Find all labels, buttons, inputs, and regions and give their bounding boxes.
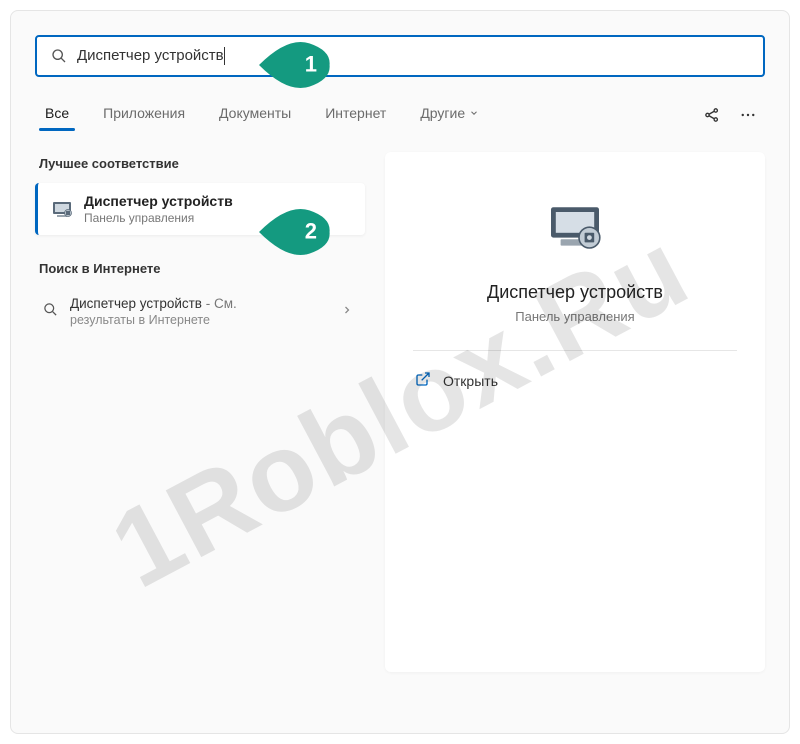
search-window: Диспетчер устройств Все Приложения Докум…: [10, 10, 790, 734]
tab-label: Другие: [420, 105, 465, 121]
web-result-title: Диспетчер устройств: [70, 296, 202, 311]
share-icon[interactable]: [703, 106, 721, 124]
detail-subtitle: Панель управления: [413, 309, 737, 324]
detail-pane: Диспетчер устройств Панель управления От…: [385, 152, 765, 672]
best-match-heading: Лучшее соответствие: [39, 156, 365, 171]
web-result-title-line: Диспетчер устройств - См.: [70, 296, 329, 311]
device-manager-icon: [50, 197, 74, 221]
detail-icon: [413, 196, 737, 260]
tab-internet[interactable]: Интернет: [319, 99, 392, 131]
chevron-down-icon: [469, 105, 479, 121]
web-result-suffix: - См.: [202, 296, 237, 311]
chevron-right-icon: [341, 303, 353, 321]
tab-apps[interactable]: Приложения: [97, 99, 191, 131]
content-area: Лучшее соответствие Диспетчер устройств …: [35, 152, 765, 672]
open-action[interactable]: Открыть: [413, 365, 737, 396]
divider: [413, 350, 737, 351]
web-search-section: Поиск в Интернете Диспетчер устройств - …: [35, 261, 365, 335]
filter-tabs: Все Приложения Документы Интернет Другие: [35, 99, 765, 132]
best-match-result[interactable]: Диспетчер устройств Панель управления: [35, 183, 365, 235]
detail-title: Диспетчер устройств: [413, 282, 737, 303]
web-search-result[interactable]: Диспетчер устройств - См. результаты в И…: [35, 288, 365, 335]
open-label: Открыть: [443, 373, 498, 389]
tab-documents[interactable]: Документы: [213, 99, 297, 131]
text-cursor: [224, 47, 225, 65]
search-input-text: Диспетчер устройств: [77, 47, 224, 64]
web-result-subline: результаты в Интернете: [70, 313, 329, 327]
search-icon: [43, 302, 58, 322]
more-icon[interactable]: [739, 106, 757, 124]
tabs-actions: [703, 106, 761, 124]
result-title: Диспетчер устройств: [84, 193, 353, 209]
web-result-text: Диспетчер устройств - См. результаты в И…: [70, 296, 329, 327]
tab-label: Документы: [219, 105, 291, 121]
tab-all[interactable]: Все: [39, 99, 75, 131]
web-search-heading: Поиск в Интернете: [39, 261, 365, 276]
tab-label: Приложения: [103, 105, 185, 121]
result-text: Диспетчер устройств Панель управления: [84, 193, 353, 225]
search-input[interactable]: Диспетчер устройств: [77, 47, 749, 65]
result-subtitle: Панель управления: [84, 211, 353, 225]
search-bar[interactable]: Диспетчер устройств: [35, 35, 765, 77]
tab-more[interactable]: Другие: [414, 99, 485, 131]
results-column: Лучшее соответствие Диспетчер устройств …: [35, 152, 365, 672]
tab-label: Интернет: [325, 105, 386, 121]
tab-label: Все: [45, 105, 69, 121]
search-icon: [51, 48, 67, 64]
open-external-icon: [415, 371, 431, 390]
